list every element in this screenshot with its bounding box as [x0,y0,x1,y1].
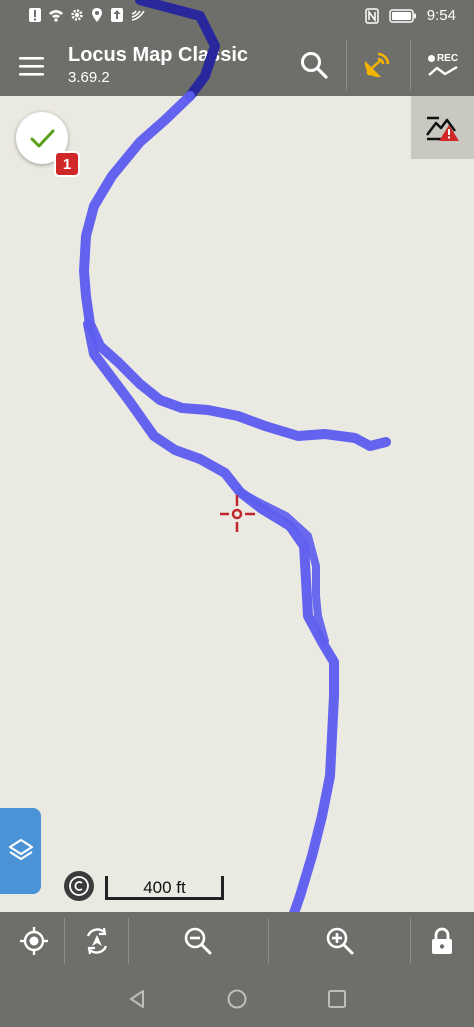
zoom-out-icon [184,927,212,955]
status-icons-left [28,7,146,23]
clock: 9:54 [426,7,456,24]
nav-back-button[interactable] [122,984,152,1014]
terrain-warning-icon [425,116,459,141]
my-location-button[interactable] [8,912,60,970]
menu-button[interactable] [14,48,50,84]
map-scale-bar: 400 ft [105,876,224,900]
toolbar-divider [410,918,411,964]
rec-label: REC [436,52,459,64]
map-layers-button[interactable] [0,808,41,894]
status-bar: 9:54 [0,0,474,34]
nav-recents-button[interactable] [322,984,352,1014]
home-circle-icon [227,989,247,1009]
status-icons-right: 9:54 [365,7,456,24]
nav-home-button[interactable] [222,984,252,1014]
track-record-button[interactable]: REC [418,40,468,90]
gps-locate-icon [20,927,48,955]
app-title: Locus Map Classic [68,44,249,66]
recents-square-icon [328,990,346,1008]
wifi-icon [49,10,63,22]
signal-icon [131,10,145,21]
notification-badge: 1 [54,151,80,177]
lock-icon [432,927,452,954]
track-wave-icon [428,65,458,76]
track-line [83,319,339,941]
satellite-dish-icon [364,52,390,78]
toolbar-divider [128,918,129,964]
bottom-toolbar [0,912,474,970]
hamburger-menu-icon [19,57,44,76]
map-overlay-button[interactable] [411,96,474,159]
search-icon [301,52,328,79]
layers-icon [8,838,33,861]
nfc-icon [365,7,379,24]
search-button[interactable] [289,40,339,90]
rotate-compass-icon [86,927,108,955]
gps-button[interactable] [352,40,402,90]
lock-screen-button[interactable] [416,912,468,970]
app-bar: Locus Map Classic 3.69.2 REC [0,34,474,96]
toolbar-divider [64,918,65,964]
app-version: 3.69.2 [68,69,110,86]
battery-icon [389,8,416,23]
back-triangle-icon [130,990,144,1008]
map-rotate-button[interactable] [70,912,124,970]
toolbar-divider [268,918,269,964]
zoom-in-button[interactable] [312,912,368,970]
appbar-divider [410,40,411,90]
record-dot-icon [427,54,435,62]
gear-icon [71,9,83,21]
appbar-divider [346,40,347,90]
copyright-icon [69,876,89,896]
map-view[interactable] [0,0,474,1027]
upload-icon [111,8,123,22]
map-copyright-button[interactable] [64,871,94,901]
zoom-out-button[interactable] [170,912,226,970]
location-icon [92,8,102,22]
checkmark-icon [30,129,55,148]
system-nav-bar [0,970,474,1027]
alert-icon [29,8,41,22]
scale-label: 400 ft [143,878,186,897]
zoom-in-icon [326,927,354,955]
